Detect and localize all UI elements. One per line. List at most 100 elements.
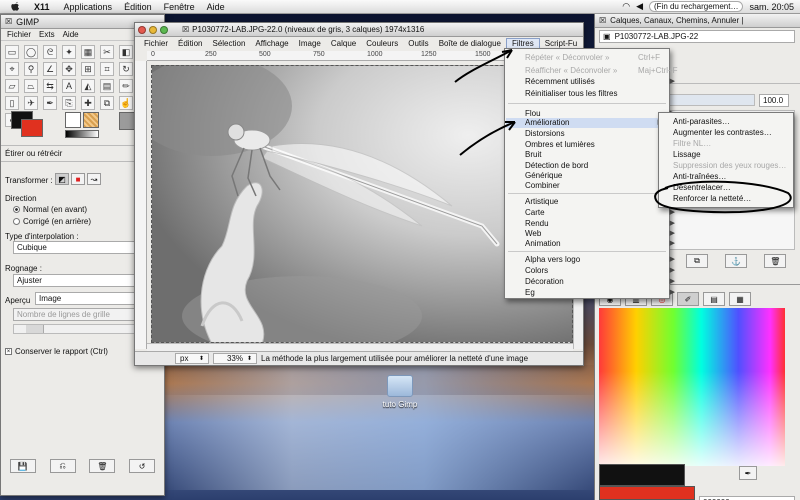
brush-preview[interactable] [65,112,81,128]
menu-item-renforcer-nettete[interactable]: Renforcer la netteté… [673,194,751,204]
color-picker-tool-icon[interactable]: ⌖ [5,62,19,76]
menu-item-web[interactable]: Web ▶ [525,229,675,239]
menu-item-colors[interactable]: Colors ▶ [525,266,675,276]
menu-item-yeux-rouges[interactable]: Suppression des yeux rouges… [673,161,786,171]
menu-item-antiparasites[interactable]: Anti-parasites… [673,117,730,127]
menu-item-contrastes[interactable]: Augmenter les contrastes… [673,128,772,138]
menu-item-distorsions[interactable]: Distorsions▶ [525,129,675,139]
move-tool-icon[interactable]: ✥ [62,62,76,76]
align-tool-icon[interactable]: ⊞ [81,62,95,76]
bg-color-sample[interactable] [599,486,695,500]
rect-select-tool-icon[interactable]: ▭ [5,45,19,59]
ink-tool-icon[interactable]: ✒ [43,96,57,110]
menubar-applications[interactable]: Applications [58,2,119,12]
menu-item-amelioration[interactable]: Amélioration▶ [506,118,668,128]
horizontal-scrollbar[interactable] [147,343,573,351]
pattern-preview[interactable] [83,112,99,128]
menubar-edition[interactable]: Édition [118,2,158,12]
image-menu-calque[interactable]: Calque [326,39,361,48]
watercolor-selector-icon[interactable]: ✐ [677,292,699,306]
restore-options-icon[interactable]: ⎌ [49,459,76,473]
text-tool-icon[interactable]: A [62,79,76,93]
duplicate-layer-icon[interactable]: ⧉ [685,254,708,268]
menu-item-artistique[interactable]: Artistique▶ [525,197,675,207]
bucket-fill-tool-icon[interactable]: ◭ [81,79,95,93]
fuzzy-select-tool-icon[interactable]: ✦ [62,45,76,59]
eraser-tool-icon[interactable]: ▯ [5,96,19,110]
menu-item-reset[interactable]: Réinitialiser tous les filtres [525,89,617,99]
zoom-icon[interactable] [160,25,168,34]
opacity-field[interactable]: 100.0 [759,94,789,107]
color-select-tool-icon[interactable]: ▦ [81,45,95,59]
menu-item-bruit[interactable]: Bruit▶ [525,150,675,160]
dock-titlebar[interactable]: ☒ Calques, Canaux, Chemins, Annuler | [595,14,800,28]
toolbox-menu-exts[interactable]: Exts [35,30,59,39]
lasso-tool-icon[interactable]: ᘓ [43,45,57,59]
flip-tool-icon[interactable]: ⇆ [43,79,57,93]
volume-icon[interactable]: ◀ [636,1,643,12]
gradient-preview[interactable] [65,130,99,138]
image-menu-script-fu[interactable]: Script-Fu [540,39,582,48]
direction-corrective-option[interactable]: Corrigé (en arrière) [13,217,91,226]
menu-item-alpha-logo[interactable]: Alpha vers logo ▶ [525,255,675,265]
color-picker-area[interactable] [599,308,785,466]
image-titlebar[interactable]: ☒ P1030772-LAB.JPG-22.0 (niveaux de gris… [135,23,583,37]
foreground-select-tool-icon[interactable]: ◧ [119,45,133,59]
menu-item-detection[interactable]: Détection de bord▶ [525,161,675,171]
scales-selector-icon[interactable]: ▤ [703,292,725,306]
vertical-ruler[interactable] [135,61,147,349]
crop-tool-icon[interactable]: ⌗ [100,62,114,76]
menubar-app-name[interactable]: X11 [28,2,58,12]
desktop-folder[interactable]: tuto Gimp [380,375,420,425]
ellipse-select-tool-icon[interactable]: ◯ [24,45,38,59]
anchor-layer-icon[interactable]: ⚓ [725,254,748,268]
menu-item-combiner[interactable]: Combiner▶ [525,181,675,191]
transform-path-button[interactable]: ↝ [87,173,101,185]
menu-item-decoration[interactable]: Décoration ▶ [525,277,675,287]
heal-tool-icon[interactable]: ✚ [81,96,95,110]
wifi-icon[interactable]: ◠ [622,1,630,12]
menu-item-eg[interactable]: Eg ▶ [525,288,675,298]
reset-options-icon[interactable]: ↺ [129,459,156,473]
dock-image-select[interactable]: ▣ P1030772-LAB.JPG-22 [599,30,795,43]
airbrush-tool-icon[interactable]: ✈ [24,96,38,110]
background-color-swatch[interactable] [21,119,43,137]
image-menu-outils[interactable]: Outils [403,39,433,48]
menubar-fenetre[interactable]: Fenêtre [158,2,201,12]
eyedropper-icon[interactable]: ✒ [739,466,757,480]
menu-item-ombres[interactable]: Ombres et lumières▶ [525,140,675,150]
menu-item-carte[interactable]: Carte ▶ [525,208,675,218]
zoom-tool-icon[interactable]: ⚲ [24,62,38,76]
delete-options-icon[interactable]: 🗑 [89,459,116,473]
image-menu-image[interactable]: Image [294,39,326,48]
hex-field[interactable]: 000000 [699,496,795,500]
pencil-tool-icon[interactable]: ✏ [119,79,133,93]
menu-item-animation[interactable]: Animation ▶ [525,239,675,249]
image-menu-couleurs[interactable]: Couleurs [361,39,403,48]
fg-color-sample[interactable] [599,464,685,486]
menu-item-recent[interactable]: Récemment utilisés ▶ [525,77,675,87]
measure-tool-icon[interactable]: ∠ [43,62,57,76]
menu-item-generique[interactable]: Générique▶ [525,171,675,181]
menubar-aide[interactable]: Aide [201,2,231,12]
image-menu-fichier[interactable]: Fichier [139,39,173,48]
image-menu-selection[interactable]: Sélection [207,39,250,48]
menu-item-desentrelacer[interactable]: Désentrelacer… [673,183,731,193]
unit-select[interactable]: px ⬍ [175,353,209,364]
close-icon[interactable] [138,25,146,34]
direction-normal-option[interactable]: Normal (en avant) [13,205,87,214]
shear-tool-icon[interactable]: ▱ [5,79,19,93]
toolbox-menu-fichier[interactable]: Fichier [3,30,35,39]
rotate-tool-icon[interactable]: ↻ [119,62,133,76]
image-menu-affichage[interactable]: Affichage [250,39,293,48]
status-message[interactable]: (Fin du rechargement… [648,1,744,12]
save-options-icon[interactable]: 💾 [9,459,36,473]
image-menu-boite-dialogue[interactable]: Boîte de dialogue [434,39,506,48]
keep-ratio-checkbox[interactable]: × Conserver le rapport (Ctrl) [5,347,108,356]
toolbox-menu-aide[interactable]: Aide [59,30,83,39]
image-menu-edition[interactable]: Édition [173,39,207,48]
menu-item-lissage[interactable]: Lissage [673,150,701,160]
palette-selector-icon[interactable]: ▦ [729,292,751,306]
menu-item-anti-trainees[interactable]: Anti-traînées… [673,172,726,182]
menu-item-filtre-nl[interactable]: Filtre NL… [673,139,711,149]
